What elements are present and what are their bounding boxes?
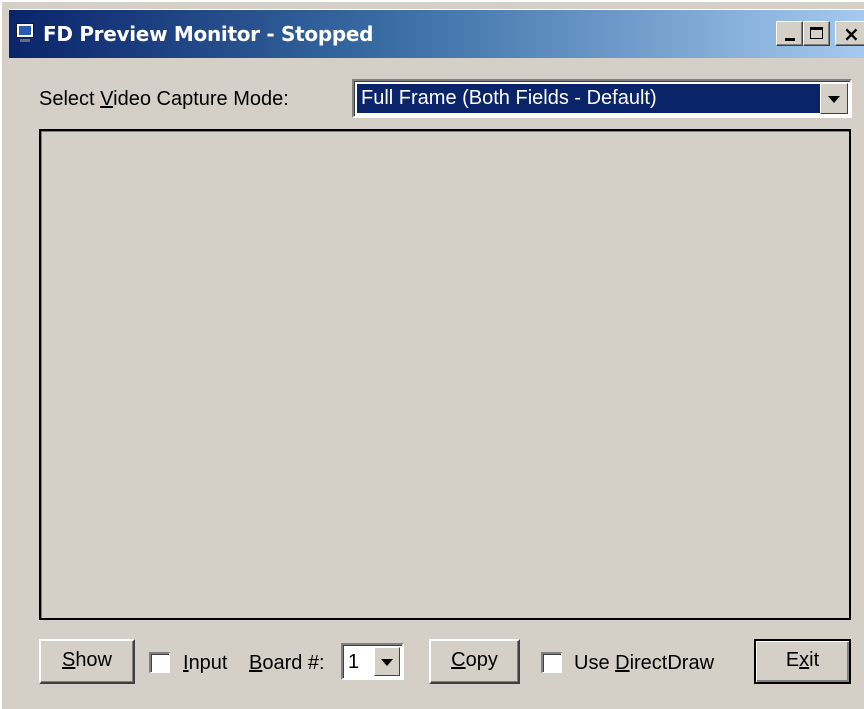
minimize-button[interactable] [776, 21, 803, 46]
capture-mode-label-part: Select [39, 88, 101, 110]
copy-button-accel: C [451, 649, 466, 671]
input-checkbox[interactable] [149, 652, 170, 673]
title-bar[interactable]: FD Preview Monitor - Stopped × [9, 9, 864, 58]
show-button-accel: S [61, 649, 76, 671]
close-icon: × [843, 22, 860, 46]
maximize-button[interactable] [803, 21, 830, 46]
use-directdraw-label-text: Use [574, 652, 616, 674]
app-icon[interactable] [16, 23, 34, 42]
board-label: Board #: [249, 651, 325, 675]
board-number-select[interactable]: 1 [341, 643, 404, 680]
exit-button[interactable]: Exit [754, 639, 851, 684]
input-label-text: nput [188, 652, 228, 674]
board-number-value: 1 [348, 651, 360, 673]
use-directdraw-checkbox[interactable] [541, 652, 562, 673]
copy-button-label: opy [465, 649, 498, 671]
board-label-text: oard #: [262, 652, 325, 674]
close-button[interactable]: × [835, 21, 864, 46]
exit-button-label: it [809, 649, 820, 671]
capture-mode-dropdown-button[interactable] [820, 83, 848, 114]
exit-button-accel: x [799, 649, 810, 671]
use-directdraw-label-accel: D [615, 652, 630, 674]
board-number-dropdown-button[interactable] [374, 647, 400, 676]
board-label-accel: B [249, 652, 263, 674]
video-preview-area [39, 129, 851, 620]
capture-mode-label: Select Video Capture Mode: [39, 87, 289, 111]
capture-mode-label-part: ideo Capture Mode: [113, 88, 289, 110]
capture-mode-label-accel: V [100, 88, 114, 110]
dropdown-arrow-icon [381, 659, 393, 666]
minimize-icon [785, 38, 795, 41]
show-button-label: how [75, 649, 113, 671]
exit-button-label: E [785, 649, 800, 671]
copy-button[interactable]: Copy [429, 639, 520, 684]
input-label[interactable]: Input [183, 651, 228, 675]
show-button[interactable]: Show [39, 639, 135, 684]
maximize-icon [810, 27, 823, 39]
app-window: FD Preview Monitor - Stopped × Select Vi… [0, 0, 864, 709]
window-title: FD Preview Monitor - Stopped [43, 22, 374, 46]
capture-mode-selected-value: Full Frame (Both Fields - Default) [357, 84, 820, 113]
use-directdraw-label[interactable]: Use DirectDraw [574, 651, 714, 675]
use-directdraw-label-text: irectDraw [629, 652, 715, 674]
capture-mode-select[interactable]: Full Frame (Both Fields - Default) [352, 79, 852, 118]
dropdown-arrow-icon [828, 96, 840, 103]
